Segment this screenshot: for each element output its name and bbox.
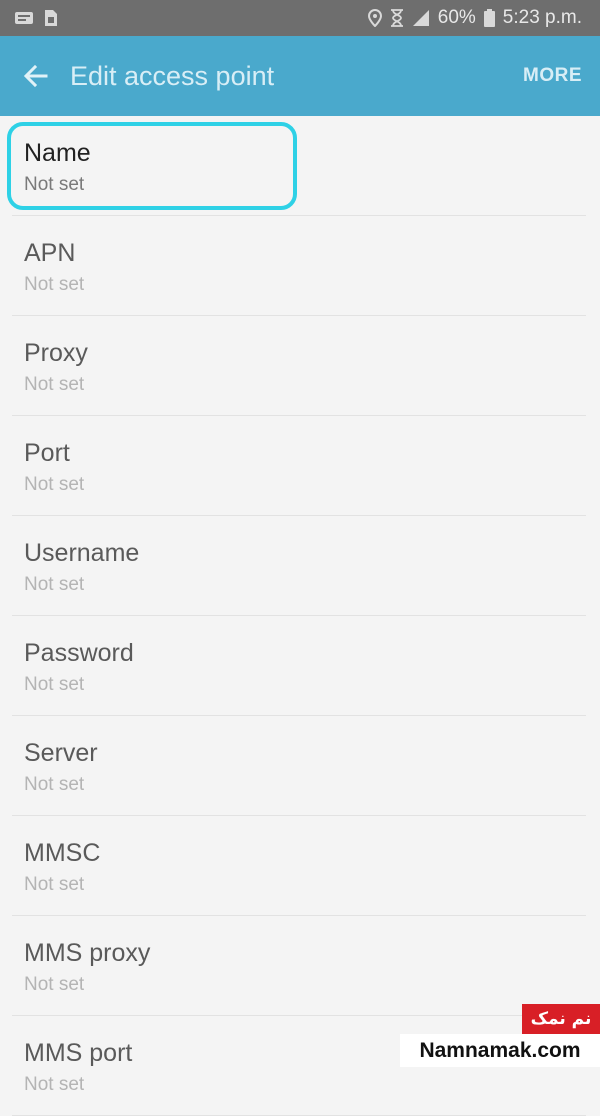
setting-value: Not set [24,574,85,595]
status-bar: 60% 5:23 p.m. [0,0,600,36]
setting-value: Not set [24,674,85,695]
setting-label: Port [24,439,70,467]
setting-value: Not set [24,374,85,395]
more-button[interactable]: MORE [523,65,582,87]
setting-label: Username [24,539,140,567]
setting-value: Not set [24,774,85,795]
setting-value: Not set [24,274,85,295]
setting-value: Not set [24,974,85,995]
signal-icon [412,9,430,27]
setting-item-mms-proxy[interactable]: MMS proxy Not set [0,916,600,1016]
setting-item-apn[interactable]: APN Not set [0,216,600,316]
setting-item-username[interactable]: Username Not set [0,516,600,616]
status-right: 60% 5:23 p.m. [367,7,582,29]
setting-value: Not set [24,474,85,495]
watermark-site: Namnamak.com [400,1034,600,1067]
hourglass-icon [390,9,404,27]
setting-value: Not set [24,874,85,895]
arrow-left-icon[interactable] [22,62,50,90]
location-icon [367,9,382,27]
setting-item-mmsc[interactable]: MMSC Not set [0,816,600,916]
notification-icon [14,10,34,26]
setting-label: Proxy [24,339,88,367]
setting-item-port[interactable]: Port Not set [0,416,600,516]
setting-item-password[interactable]: Password Not set [0,616,600,716]
battery-percent: 60% [437,7,476,28]
setting-label: Name [24,139,91,167]
setting-label: Password [24,639,134,667]
setting-item-proxy[interactable]: Proxy Not set [0,316,600,416]
setting-label: MMS proxy [24,939,151,967]
page-title: Edit access point [70,60,275,91]
battery-icon [483,9,495,27]
setting-value: Not set [24,174,85,195]
app-bar: Edit access point MORE [0,36,600,116]
clock: 5:23 p.m. [502,7,582,28]
setting-item-name[interactable]: Name Not set [0,116,600,216]
status-left [14,9,58,27]
settings-list: Name Not set APN Not set Proxy Not set P… [0,116,600,1116]
setting-label: Server [24,739,98,767]
setting-label: MMSC [24,839,101,867]
sim-icon [44,9,58,27]
setting-label: APN [24,239,76,267]
watermark-logo: نم نمک [522,1004,600,1034]
setting-value: Not set [24,1074,85,1095]
setting-item-server[interactable]: Server Not set [0,716,600,816]
